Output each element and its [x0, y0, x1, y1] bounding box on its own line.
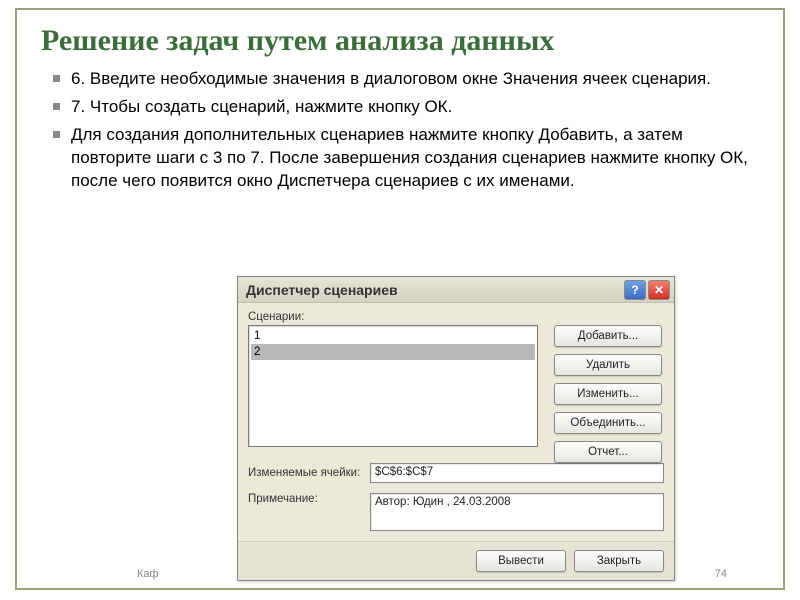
- bullet-item: Для создания дополнительных сценариев на…: [71, 124, 759, 193]
- button-column: Добавить... Удалить Изменить... Объедини…: [554, 325, 664, 470]
- bullet-item: 6. Введите необходимые значения в диалог…: [71, 68, 759, 91]
- edit-button[interactable]: Изменить...: [554, 383, 662, 405]
- delete-button[interactable]: Удалить: [554, 354, 662, 376]
- dialog-titlebar[interactable]: Диспетчер сценариев ? ✕: [238, 277, 674, 303]
- footer-left: Каф: [137, 568, 159, 580]
- close-icon[interactable]: ✕: [648, 280, 670, 300]
- help-button[interactable]: ?: [624, 280, 646, 300]
- bullet-list: 6. Введите необходимые значения в диалог…: [41, 68, 759, 193]
- show-button[interactable]: Вывести: [476, 550, 566, 572]
- note-field[interactable]: Автор: Юдин , 24.03.2008: [370, 493, 664, 531]
- report-button[interactable]: Отчет...: [554, 441, 662, 463]
- list-item[interactable]: 2: [251, 344, 535, 360]
- note-row: Примечание: Автор: Юдин , 24.03.2008: [248, 493, 664, 531]
- bullet-item: 7. Чтобы создать сценарий, нажмите кнопк…: [71, 96, 759, 119]
- dialog-body: Сценарии: 1 2 Добавить... Удалить Измени…: [238, 303, 674, 541]
- slide-title: Решение задач путем анализа данных: [41, 24, 759, 58]
- close-button[interactable]: Закрыть: [574, 550, 664, 572]
- merge-button[interactable]: Объединить...: [554, 412, 662, 434]
- scenarios-label: Сценарии:: [248, 311, 664, 323]
- scenarios-listbox[interactable]: 1 2: [248, 325, 538, 447]
- list-item[interactable]: 1: [251, 328, 535, 344]
- dialog-footer: Вывести Закрыть: [238, 541, 674, 580]
- dialog-title: Диспетчер сценариев: [246, 282, 622, 298]
- cells-label: Изменяемые ячейки:: [248, 467, 370, 479]
- slide-frame: Решение задач путем анализа данных 6. Вв…: [15, 8, 785, 590]
- add-button[interactable]: Добавить...: [554, 325, 662, 347]
- page-number: 74: [715, 568, 727, 580]
- note-label: Примечание:: [248, 493, 370, 505]
- scenario-manager-dialog: Диспетчер сценариев ? ✕ Сценарии: 1 2 До…: [237, 276, 675, 581]
